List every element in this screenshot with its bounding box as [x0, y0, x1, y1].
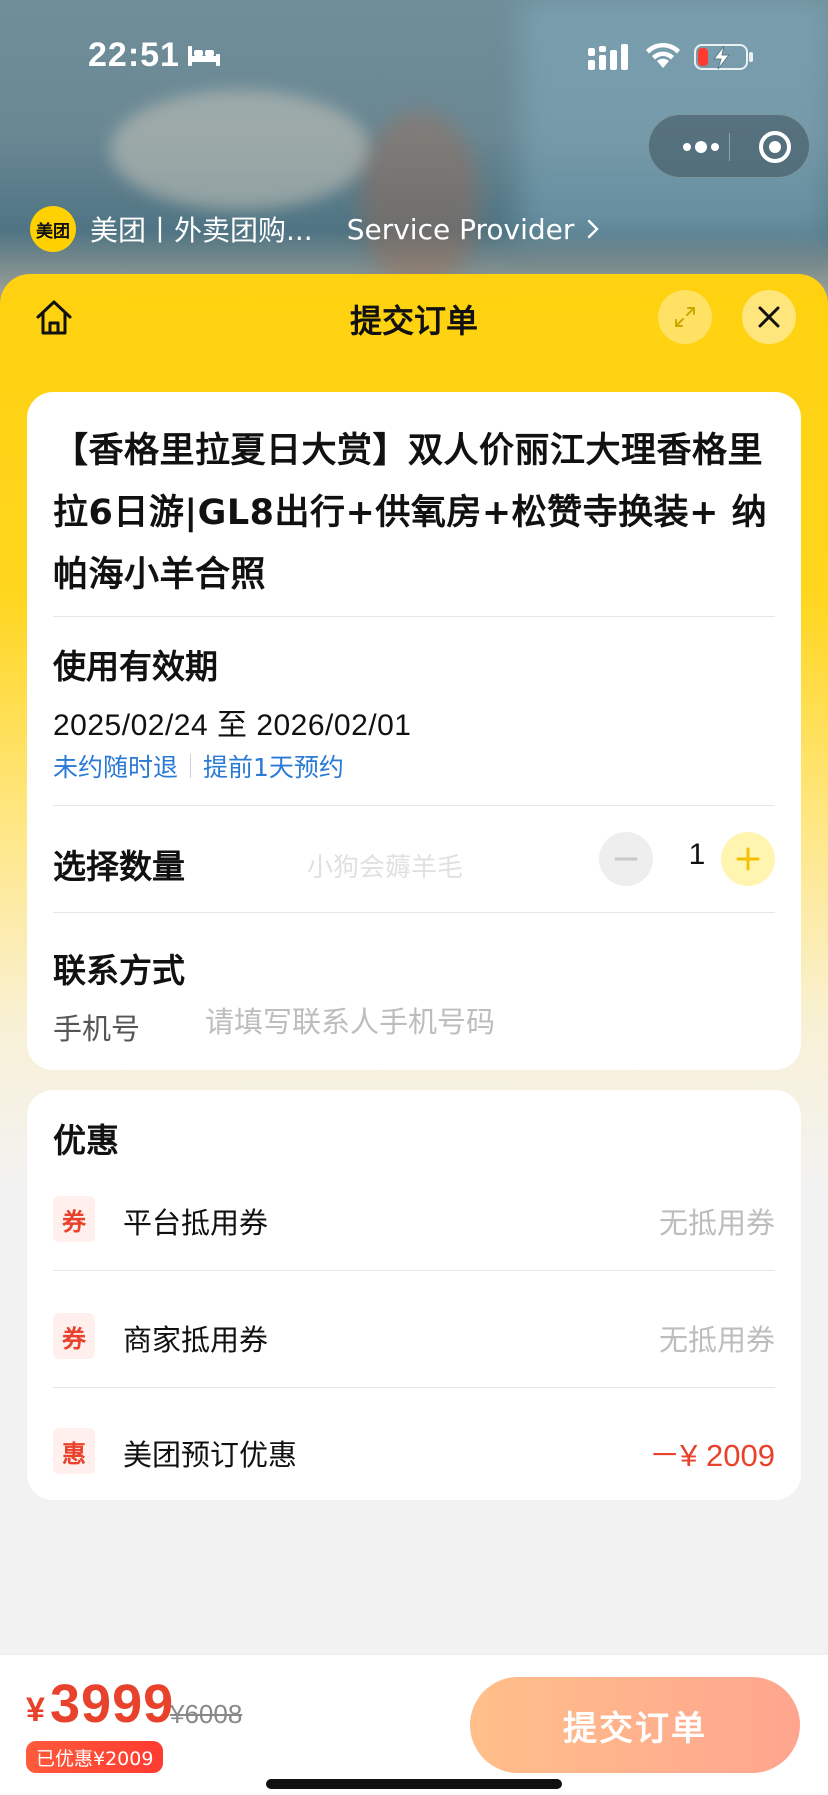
discount-badge: 惠 [53, 1428, 95, 1474]
promo-value: 无抵用券 [658, 1323, 775, 1357]
miniprogram-capsule [648, 114, 810, 178]
miniprogram-bar: 美团 美团丨外卖团购... Service Provider [30, 206, 602, 252]
divider [53, 1387, 775, 1388]
promo-label: 商家抵用券 [123, 1323, 269, 1357]
divider [53, 805, 775, 806]
service-provider-label: Service Provider [346, 212, 575, 246]
total-price: 3999 [50, 1674, 175, 1734]
battery-charging-icon [694, 44, 753, 70]
watermark-text: 小狗会薅羊毛 [307, 853, 464, 883]
meituan-discount-row[interactable]: 惠 美团预订优惠 －¥ 2009 [53, 1416, 775, 1486]
submit-order-button[interactable]: 提交订单 [470, 1677, 800, 1773]
promo-value: 无抵用券 [658, 1206, 775, 1240]
validity-range: 2025/02/24 至 2026/02/01 [53, 709, 412, 742]
quantity-label: 选择数量 [53, 847, 185, 886]
close-icon [758, 306, 780, 328]
status-bar: 22:51 [0, 0, 828, 110]
divider [53, 912, 775, 913]
refund-policy-link[interactable]: 未约随时退 [53, 748, 178, 784]
minus-icon [614, 857, 638, 861]
promotions-card: 优惠 券 平台抵用券 无抵用券 券 商家抵用券 无抵用券 惠 美团预订优惠 －¥… [27, 1090, 801, 1500]
coupon-badge: 券 [53, 1313, 95, 1359]
bottom-bar: ¥ 3999 ¥6008 已优惠¥2009 提交订单 [0, 1654, 828, 1795]
coupon-badge: 券 [53, 1196, 95, 1242]
miniprogram-name[interactable]: 美团丨外卖团购... [90, 209, 313, 249]
expand-button[interactable] [658, 290, 712, 344]
phone-label: 手机号 [53, 1012, 141, 1046]
policy-tags: 未约随时退 提前1天预约 [53, 748, 344, 784]
product-title: 【香格里拉夏日大赏】双人价丽江大理香格里拉6日游|GL8出行+供氧房+松赞寺换装… [53, 431, 768, 595]
meituan-logo: 美团 [30, 206, 76, 252]
discount-badge: 已优惠¥2009 [26, 1741, 164, 1773]
expand-icon [675, 307, 695, 327]
order-details-card: 【香格里拉夏日大赏】双人价丽江大理香格里拉6日游|GL8出行+供氧房+松赞寺换装… [27, 392, 801, 1070]
promo-value: －¥ 2009 [649, 1438, 775, 1473]
platform-coupon-row[interactable]: 券 平台抵用券 无抵用券 [53, 1184, 775, 1254]
bed-icon [188, 46, 220, 66]
wifi-icon [646, 42, 680, 68]
status-time: 22:51 [88, 36, 180, 74]
quantity-increase-button[interactable] [721, 832, 775, 886]
promotions-title: 优惠 [53, 1121, 119, 1160]
booking-policy-link[interactable]: 提前1天预约 [203, 748, 344, 784]
chevron-right-icon [588, 219, 600, 239]
quantity-value: 1 [688, 838, 706, 871]
quantity-decrease-button[interactable] [599, 832, 653, 886]
more-icon[interactable] [671, 115, 731, 179]
merchant-coupon-row[interactable]: 券 商家抵用券 无抵用券 [53, 1301, 775, 1371]
original-price: ¥6008 [170, 1699, 243, 1729]
phone-input[interactable] [205, 1000, 765, 1044]
service-provider-link[interactable]: Service Provider [347, 213, 603, 246]
sheet-header: 提交订单 [0, 274, 828, 364]
close-button[interactable] [742, 290, 796, 344]
promo-label: 平台抵用券 [123, 1206, 269, 1240]
home-indicator [266, 1779, 562, 1789]
signal-icon [588, 44, 628, 70]
contact-label: 联系方式 [53, 951, 185, 990]
divider [53, 616, 775, 617]
target-icon[interactable] [745, 115, 805, 179]
plus-icon [736, 847, 760, 871]
validity-label: 使用有效期 [53, 647, 218, 686]
promo-label: 美团预订优惠 [123, 1438, 298, 1472]
divider [53, 1270, 775, 1271]
currency-symbol: ¥ [26, 1691, 45, 1729]
